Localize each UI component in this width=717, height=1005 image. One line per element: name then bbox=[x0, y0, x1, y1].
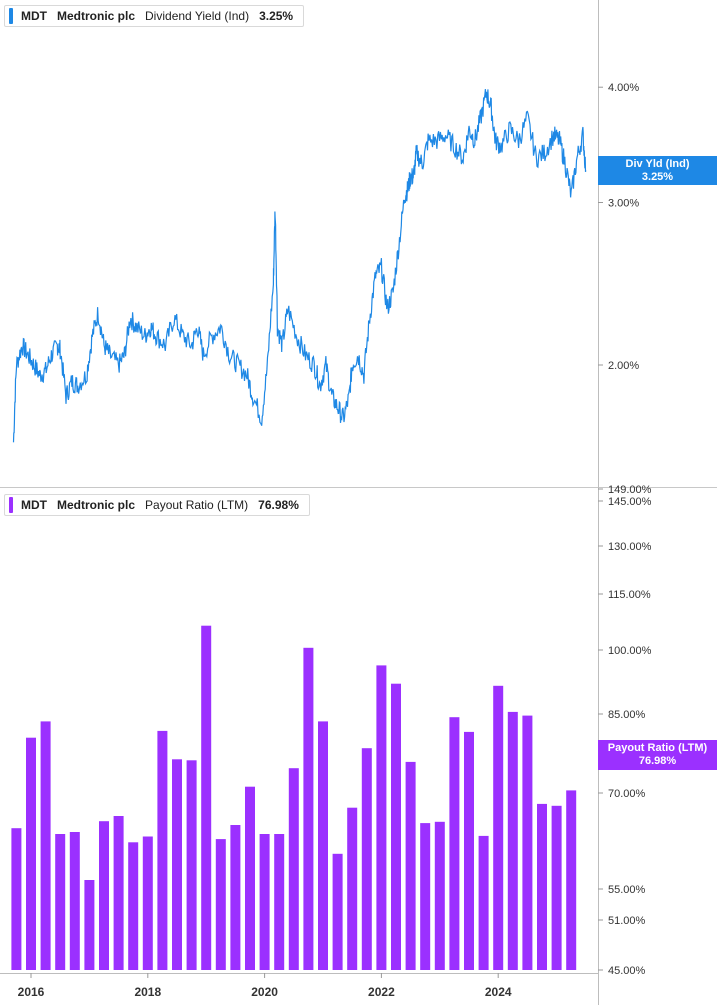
payout-tick-label: 100.00% bbox=[608, 645, 652, 657]
payout-bar bbox=[449, 717, 460, 970]
payout-bar bbox=[99, 821, 109, 970]
payout-tick-label: 85.00% bbox=[608, 709, 646, 721]
payout-bar bbox=[26, 737, 36, 970]
payout-bar bbox=[69, 832, 80, 970]
payout-bar bbox=[464, 731, 474, 970]
yield-tag-label: Div Yld (Ind) bbox=[625, 158, 690, 170]
payout-bar bbox=[347, 807, 358, 970]
payout-bar bbox=[288, 768, 299, 970]
payout-bar bbox=[157, 730, 168, 970]
payout-bar bbox=[434, 821, 445, 970]
payout-tag-value: 76.98% bbox=[638, 755, 677, 767]
payout-bar bbox=[405, 761, 416, 970]
legend-company: Medtronic plc bbox=[57, 9, 136, 23]
payout-bar bbox=[55, 834, 66, 970]
legend-swatch-yield bbox=[9, 8, 13, 24]
yield-value-tag: Div Yld (Ind) 3.25% bbox=[598, 156, 717, 185]
payout-bar bbox=[391, 683, 401, 970]
legend-ticker: MDT bbox=[21, 498, 47, 512]
legend-ticker: MDT bbox=[21, 9, 47, 23]
yield-line bbox=[12, 89, 587, 443]
yield-tick-label: 4.00% bbox=[608, 82, 639, 94]
legend-top: MDT Medtronic plc Dividend Yield (Ind) 3… bbox=[4, 5, 305, 27]
legend-value: 3.25% bbox=[259, 9, 294, 23]
payout-bar bbox=[376, 665, 387, 970]
legend-metric: Payout Ratio (LTM) bbox=[145, 498, 249, 512]
payout-bar bbox=[361, 748, 372, 970]
payout-bar bbox=[507, 711, 518, 970]
payout-bar bbox=[566, 790, 577, 970]
payout-tag-label: Payout Ratio (LTM) bbox=[607, 742, 708, 754]
payout-tick-label: 70.00% bbox=[608, 788, 646, 800]
legend-company: Medtronic plc bbox=[57, 498, 136, 512]
payout-tick-label: 149.00% bbox=[608, 484, 652, 496]
x-tick-label: 2018 bbox=[134, 985, 161, 999]
payout-bar bbox=[11, 828, 22, 970]
payout-tick-label: 55.00% bbox=[608, 884, 646, 896]
payout-tick-label: 115.00% bbox=[608, 589, 651, 601]
payout-bar bbox=[172, 759, 182, 970]
payout-bar bbox=[128, 842, 139, 970]
payout-bar bbox=[537, 803, 547, 970]
payout-bar bbox=[142, 836, 153, 970]
payout-tick-label: 130.00% bbox=[608, 541, 652, 553]
yield-tick-label: 2.00% bbox=[608, 360, 639, 372]
payout-bar bbox=[478, 835, 489, 970]
payout-bar bbox=[215, 839, 226, 970]
payout-bar bbox=[332, 853, 343, 970]
legend-bottom: MDT Medtronic plc Payout Ratio (LTM) 76.… bbox=[4, 494, 310, 516]
payout-bar bbox=[84, 880, 95, 970]
x-tick-label: 2024 bbox=[485, 985, 512, 999]
payout-tick-label: 51.00% bbox=[608, 915, 646, 927]
x-tick-label: 2020 bbox=[251, 985, 278, 999]
x-tick-label: 2016 bbox=[18, 985, 45, 999]
payout-bar bbox=[230, 825, 241, 970]
payout-bar bbox=[522, 715, 533, 970]
payout-bar bbox=[259, 834, 270, 970]
payout-bar bbox=[186, 760, 197, 970]
payout-bar bbox=[245, 786, 255, 970]
legend-value: 76.98% bbox=[258, 498, 299, 512]
x-tick-label: 2022 bbox=[368, 985, 395, 999]
payout-bar bbox=[274, 834, 285, 970]
payout-bar bbox=[420, 823, 431, 970]
payout-bars bbox=[11, 625, 577, 970]
payout-bar bbox=[201, 625, 212, 970]
yield-tick-label: 3.00% bbox=[608, 198, 639, 210]
payout-bar bbox=[113, 816, 124, 970]
payout-tick-label: 145.00% bbox=[608, 496, 652, 508]
payout-bar bbox=[40, 721, 51, 970]
yield-tag-value: 3.25% bbox=[641, 171, 674, 183]
payout-value-tag: Payout Ratio (LTM) 76.98% bbox=[598, 740, 717, 770]
legend-metric: Dividend Yield (Ind) bbox=[145, 9, 250, 23]
legend-swatch-payout bbox=[9, 497, 13, 513]
payout-bar bbox=[318, 721, 328, 970]
payout-bar bbox=[303, 647, 314, 970]
payout-tick-label: 45.00% bbox=[608, 965, 646, 977]
payout-bar bbox=[493, 685, 504, 970]
payout-bar bbox=[551, 805, 562, 970]
